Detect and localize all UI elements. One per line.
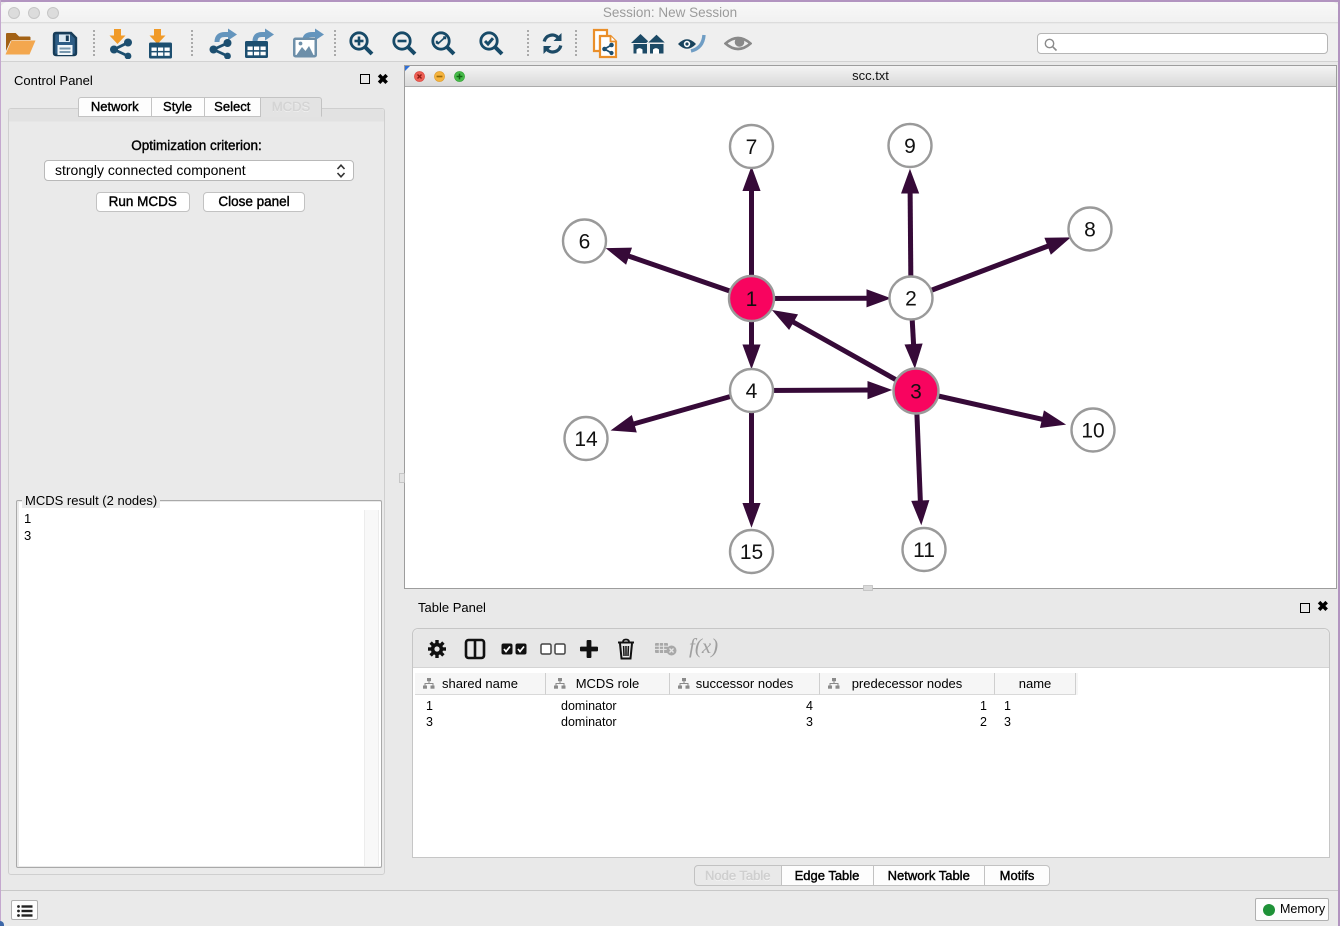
svg-text:7: 7 bbox=[746, 136, 758, 159]
svg-text:6: 6 bbox=[579, 231, 591, 254]
svg-text:11: 11 bbox=[913, 539, 935, 562]
svg-text:9: 9 bbox=[904, 135, 916, 158]
svg-text:8: 8 bbox=[1084, 219, 1096, 242]
svg-text:14: 14 bbox=[574, 428, 598, 451]
svg-text:3: 3 bbox=[910, 381, 922, 404]
svg-text:1: 1 bbox=[746, 288, 758, 311]
svg-text:15: 15 bbox=[740, 541, 763, 564]
svg-text:4: 4 bbox=[746, 380, 758, 403]
svg-text:10: 10 bbox=[1081, 420, 1104, 443]
svg-text:2: 2 bbox=[905, 288, 917, 311]
